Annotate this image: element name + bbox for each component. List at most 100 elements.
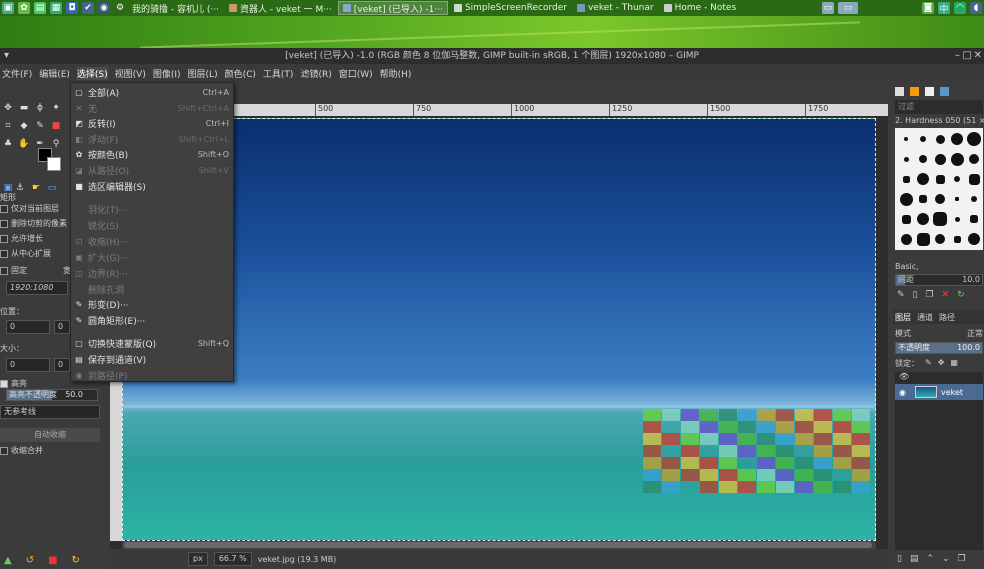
- option-delete-cropped[interactable]: 删除切剪的像素: [0, 218, 67, 229]
- brush-thumbnail[interactable]: [903, 176, 910, 183]
- shield-icon[interactable]: ◘: [66, 2, 78, 14]
- refresh-brush-icon[interactable]: ↻: [957, 290, 965, 300]
- lasso-tool-icon[interactable]: ϕ: [34, 102, 46, 114]
- brush-thumbnail[interactable]: [970, 215, 978, 223]
- size-height-field[interactable]: 0: [54, 358, 70, 372]
- input-method-icon[interactable]: 中: [938, 2, 950, 14]
- brush-grid[interactable]: [895, 128, 983, 250]
- brush-thumbnail[interactable]: [951, 133, 963, 145]
- menu-item[interactable]: ▢ 切换快速蒙版(Q) Shift+Q: [71, 336, 233, 351]
- layer-row[interactable]: ◉ veket: [895, 384, 983, 400]
- menu-item[interactable]: ▤ 保存到通道(V): [71, 352, 233, 367]
- clone-tool-icon[interactable]: ♣: [2, 138, 14, 150]
- menu-item[interactable]: ⊡ 收缩(H)···: [71, 234, 233, 249]
- brush-thumbnail[interactable]: [969, 174, 980, 185]
- option-current-layer[interactable]: 仅对当前图层: [0, 203, 59, 214]
- menu-item[interactable]: ▣ 扩大(G)···: [71, 250, 233, 265]
- menu-windows[interactable]: 窗口(W): [339, 67, 373, 80]
- menu-select[interactable]: 选择(S): [77, 67, 108, 80]
- volume-icon[interactable]: ◖: [970, 2, 982, 14]
- file-manager-icon[interactable]: ▤: [34, 2, 46, 14]
- smudge-tool-icon[interactable]: ✋: [18, 138, 30, 150]
- reset-options-icon[interactable]: ↻: [72, 555, 80, 566]
- menu-image[interactable]: 图像(I): [153, 67, 181, 80]
- maximize-icon[interactable]: □: [963, 48, 972, 64]
- position-y-field[interactable]: 0: [54, 320, 70, 334]
- brush-thumbnail[interactable]: [968, 233, 980, 245]
- taskbar-item[interactable]: 我的骑撸 - 容机儿 (···: [128, 1, 223, 15]
- zoom-select[interactable]: 66.7 %: [214, 552, 252, 566]
- brush-thumbnail[interactable]: [969, 154, 979, 164]
- brush-thumbnail[interactable]: [900, 193, 913, 206]
- fuzzy-select-tool-icon[interactable]: ✦: [50, 102, 62, 114]
- brushes-tab-icon[interactable]: [895, 87, 904, 96]
- brush-filter-input[interactable]: 过滤: [895, 100, 983, 114]
- brush-thumbnail[interactable]: [955, 217, 960, 222]
- image-canvas[interactable]: [122, 118, 876, 541]
- brush-thumbnail[interactable]: [917, 233, 930, 246]
- brush-thumbnail[interactable]: [971, 196, 977, 202]
- save-options-icon[interactable]: ▲: [4, 555, 12, 566]
- eraser-tool-icon[interactable]: ■: [50, 120, 62, 132]
- brush-thumbnail[interactable]: [919, 195, 927, 203]
- menu-item[interactable]: ◫ 边界(R)···: [71, 266, 233, 281]
- lock-pixels-icon[interactable]: ✎: [925, 358, 932, 369]
- crop-tool-icon[interactable]: ⌗: [2, 120, 14, 132]
- highlight-opacity-slider[interactable]: 高亮不透明度 50.0: [6, 389, 98, 401]
- aspect-ratio-field[interactable]: 1920:1080: [6, 281, 68, 295]
- taskbar-item[interactable]: SimpleScreenRecorder: [450, 1, 571, 15]
- taskbar-item[interactable]: veket - Thunar: [573, 1, 658, 15]
- brush-thumbnail[interactable]: [951, 153, 964, 166]
- spacing-slider[interactable]: 间距 10.0: [895, 274, 983, 286]
- tab-paths[interactable]: 路径: [939, 312, 955, 323]
- lower-layer-icon[interactable]: ⌄: [942, 554, 950, 564]
- image-icon[interactable]: ▦: [50, 2, 62, 14]
- menu-tools[interactable]: 工具(T): [263, 67, 294, 80]
- menu-layer[interactable]: 图层(L): [188, 67, 218, 80]
- brush-thumbnail[interactable]: [933, 212, 947, 226]
- layer-group-icon[interactable]: ▤: [910, 554, 919, 564]
- menu-item[interactable]: 锐化(S): [71, 218, 233, 233]
- brush-thumbnail[interactable]: [904, 137, 908, 141]
- menu-colors[interactable]: 颜色(C): [225, 67, 256, 80]
- taskbar-item[interactable]: 資器人 - veket 一 M···: [225, 1, 336, 15]
- position-x-field[interactable]: 0: [6, 320, 50, 334]
- taskbar-item-active[interactable]: [veket] (已导入) -1···: [338, 1, 448, 15]
- auto-shrink-button[interactable]: 自动收缩: [0, 428, 100, 442]
- raise-layer-icon[interactable]: ⌃: [926, 554, 934, 564]
- checkbox[interactable]: [0, 447, 8, 455]
- minimize-icon[interactable]: –: [955, 48, 960, 64]
- window-menu-icon[interactable]: ▾: [4, 48, 9, 64]
- guides-select[interactable]: 无参考线: [0, 405, 100, 419]
- brush-thumbnail[interactable]: [935, 234, 945, 244]
- brush-thumbnail[interactable]: [936, 175, 945, 184]
- check-icon[interactable]: ✔: [82, 2, 94, 14]
- edit-brush-icon[interactable]: ✎: [897, 290, 905, 300]
- mode-select[interactable]: 正常: [967, 328, 983, 339]
- window-titlebar[interactable]: ▾ [veket] (已导入) -1.0 (RGB 颜色 8 位伽马整数, GI…: [0, 48, 984, 64]
- menu-item[interactable]: ◧ 浮动(F) Shift+Ctrl+L: [71, 132, 233, 147]
- new-layer-icon[interactable]: ▯: [897, 554, 902, 564]
- menu-item[interactable]: ◩ 反转(I) Ctrl+I: [71, 116, 233, 131]
- brush-thumbnail[interactable]: [902, 215, 911, 224]
- option-expand-center[interactable]: 从中心扩展: [0, 248, 51, 259]
- menu-item[interactable]: ◉ 到路径(P): [71, 368, 233, 383]
- checkbox-checked[interactable]: [0, 380, 8, 388]
- brush-thumbnail[interactable]: [936, 135, 945, 144]
- unit-select[interactable]: px: [188, 552, 208, 566]
- brush-thumbnail[interactable]: [955, 197, 959, 201]
- wifi-icon[interactable]: ◠: [954, 2, 966, 14]
- brush-thumbnail[interactable]: [954, 236, 961, 243]
- delete-options-icon[interactable]: ■: [48, 555, 57, 566]
- menu-edit[interactable]: 编辑(E): [39, 67, 70, 80]
- visibility-eye-icon[interactable]: ◉: [899, 388, 906, 397]
- duplicate-layer-icon[interactable]: ❐: [958, 554, 966, 564]
- brush-thumbnail[interactable]: [935, 154, 946, 165]
- delete-brush-icon[interactable]: ✕: [942, 290, 950, 300]
- menu-help[interactable]: 帮助(H): [380, 67, 412, 80]
- patterns-tab-icon[interactable]: [910, 87, 919, 96]
- option-shrink-merged[interactable]: 收缩合并: [0, 445, 43, 456]
- leaf-icon[interactable]: ✿: [18, 2, 30, 14]
- brush-thumbnail[interactable]: [917, 173, 929, 185]
- checkbox[interactable]: [0, 205, 8, 213]
